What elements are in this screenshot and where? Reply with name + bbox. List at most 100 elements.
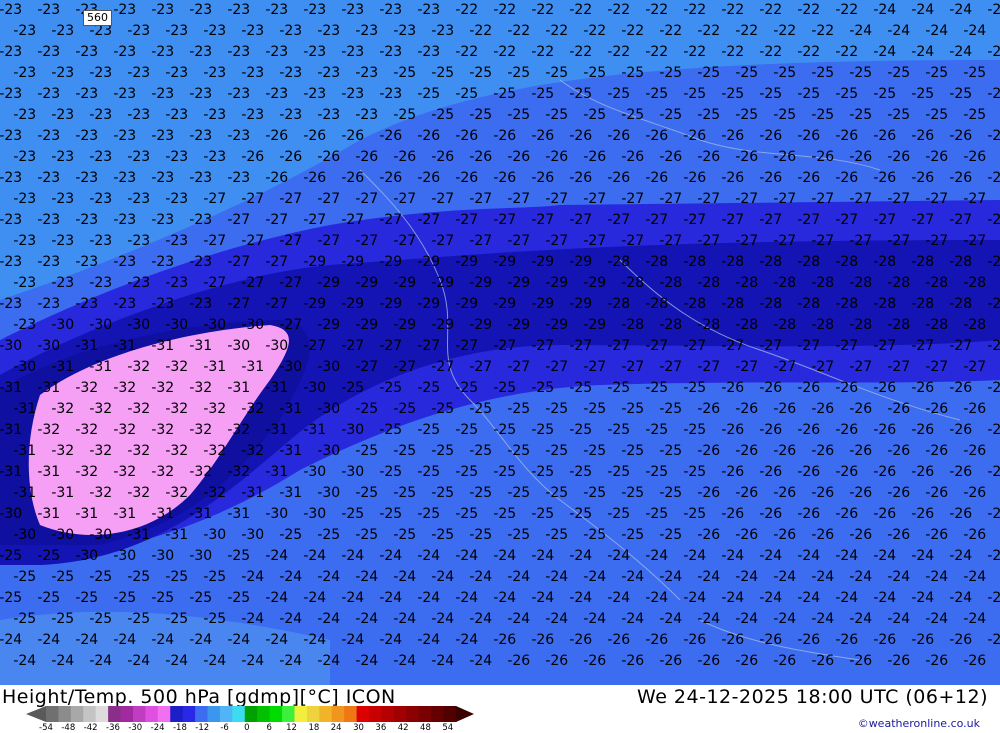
isotherm-label: -26 bbox=[545, 653, 568, 669]
isotherm-label: -26 bbox=[873, 128, 896, 144]
isotherm-label: -26 bbox=[683, 170, 706, 186]
isotherm-label: -23 bbox=[13, 23, 36, 39]
isotherm-label: -25 bbox=[987, 86, 1000, 102]
isotherm-label: -30 bbox=[89, 527, 112, 543]
isotherm-label: -24 bbox=[797, 590, 820, 606]
isotherm-label: -32 bbox=[113, 422, 136, 438]
isotherm-label: -22 bbox=[659, 23, 682, 39]
isotherm-label: -26 bbox=[545, 149, 568, 165]
isotherm-label: -23 bbox=[241, 23, 264, 39]
isotherm-label: -26 bbox=[531, 128, 554, 144]
isotherm-label: -25 bbox=[355, 485, 378, 501]
colorbar-tick-label: 0 bbox=[244, 723, 250, 733]
isotherm-label: -26 bbox=[697, 149, 720, 165]
isotherm-label: -26 bbox=[949, 464, 972, 480]
isotherm-label: -28 bbox=[873, 296, 896, 312]
isotherm-label: -26 bbox=[531, 170, 554, 186]
isotherm-label: -24 bbox=[621, 611, 644, 627]
isotherm-label: -26 bbox=[911, 380, 934, 396]
isotherm-label: -32 bbox=[165, 443, 188, 459]
isotherm-label: -25 bbox=[393, 443, 416, 459]
isotherm-label: -23 bbox=[127, 191, 150, 207]
isotherm-label: -26 bbox=[963, 149, 986, 165]
isotherm-label: -26 bbox=[735, 485, 758, 501]
isotherm-label: -30 bbox=[317, 443, 340, 459]
isotherm-label: -26 bbox=[735, 527, 758, 543]
isotherm-label: -27 bbox=[569, 212, 592, 228]
isotherm-label: -27 bbox=[417, 212, 440, 228]
isotherm-label: -30 bbox=[317, 485, 340, 501]
colorbar-swatch bbox=[319, 706, 333, 722]
isotherm-label: -27 bbox=[697, 233, 720, 249]
colorbar-swatch bbox=[232, 706, 246, 722]
isotherm-label: -27 bbox=[887, 191, 910, 207]
isotherm-label: -25 bbox=[417, 86, 440, 102]
isotherm-label: -32 bbox=[75, 464, 98, 480]
isotherm-label: -25 bbox=[773, 65, 796, 81]
isotherm-label: -24 bbox=[0, 632, 22, 648]
isotherm-label: -23 bbox=[203, 149, 226, 165]
isotherm-label: -23 bbox=[13, 149, 36, 165]
isotherm-label: -25 bbox=[659, 401, 682, 417]
isotherm-label: -27 bbox=[469, 359, 492, 375]
isotherm-label: -25 bbox=[89, 569, 112, 585]
isotherm-label: -30 bbox=[37, 338, 60, 354]
isotherm-label: -26 bbox=[873, 506, 896, 522]
isotherm-label: -31 bbox=[189, 506, 212, 522]
isotherm-label: -26 bbox=[697, 401, 720, 417]
isotherm-label: -29 bbox=[545, 275, 568, 291]
isotherm-label: -28 bbox=[721, 254, 744, 270]
isotherm-label: -23 bbox=[75, 86, 98, 102]
isotherm-label: -24 bbox=[759, 590, 782, 606]
isotherm-label: -32 bbox=[165, 359, 188, 375]
isotherm-label: -28 bbox=[873, 254, 896, 270]
isotherm-label: -26 bbox=[697, 485, 720, 501]
isotherm-label: -28 bbox=[835, 296, 858, 312]
isotherm-label: -28 bbox=[949, 296, 972, 312]
isotherm-label: -23 bbox=[165, 233, 188, 249]
isotherm-label: -26 bbox=[721, 506, 744, 522]
isotherm-label: -23 bbox=[13, 317, 36, 333]
isotherm-label: -31 bbox=[37, 464, 60, 480]
isotherm-label: -25 bbox=[379, 380, 402, 396]
isotherm-label: -27 bbox=[773, 359, 796, 375]
isotherm-label: -28 bbox=[645, 254, 668, 270]
isotherm-label: -25 bbox=[89, 611, 112, 627]
isotherm-label: -30 bbox=[303, 506, 326, 522]
isotherm-label: -24 bbox=[165, 653, 188, 669]
isotherm-label: -24 bbox=[683, 590, 706, 606]
isotherm-label: -31 bbox=[227, 380, 250, 396]
isotherm-label: -29 bbox=[493, 296, 516, 312]
isotherm-label: -32 bbox=[113, 464, 136, 480]
isotherm-label: -27 bbox=[203, 275, 226, 291]
isotherm-label: -24 bbox=[773, 569, 796, 585]
isotherm-label: -28 bbox=[849, 317, 872, 333]
isotherm-label: -22 bbox=[493, 44, 516, 60]
isotherm-label: -26 bbox=[241, 149, 264, 165]
isotherm-label: -23 bbox=[165, 275, 188, 291]
isotherm-label: -26 bbox=[835, 380, 858, 396]
isotherm-label: -24 bbox=[697, 611, 720, 627]
isotherm-label: -25 bbox=[165, 611, 188, 627]
isotherm-label: -25 bbox=[455, 464, 478, 480]
isotherm-label: -26 bbox=[317, 149, 340, 165]
isotherm-label: -26 bbox=[811, 149, 834, 165]
isotherm-label: -26 bbox=[759, 464, 782, 480]
isotherm-label: -25 bbox=[925, 107, 948, 123]
isotherm-label: -25 bbox=[607, 86, 630, 102]
colorbar-tick-label: -54 bbox=[39, 723, 53, 733]
isotherm-label: -31 bbox=[165, 527, 188, 543]
isotherm-label: -22 bbox=[621, 23, 644, 39]
isotherm-label: -25 bbox=[355, 401, 378, 417]
isotherm-label: -24 bbox=[469, 611, 492, 627]
isotherm-label: -23 bbox=[0, 2, 22, 18]
isotherm-label: -32 bbox=[51, 443, 74, 459]
isotherm-label: -23 bbox=[303, 44, 326, 60]
isotherm-label: -24 bbox=[925, 23, 948, 39]
isotherm-label: -25 bbox=[887, 107, 910, 123]
isotherm-label: -22 bbox=[735, 23, 758, 39]
isotherm-label: -26 bbox=[773, 653, 796, 669]
isotherm-label: -24 bbox=[431, 569, 454, 585]
colorbar-left-arrow bbox=[26, 706, 46, 722]
isotherm-label: -24 bbox=[987, 590, 1000, 606]
